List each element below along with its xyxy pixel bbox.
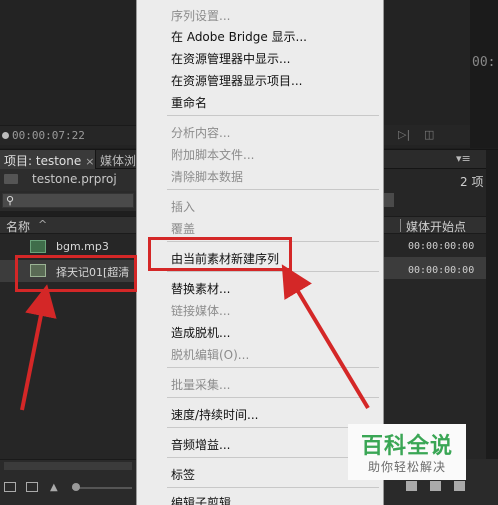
column-divider[interactable] [400,219,401,232]
new-item-icon[interactable] [430,481,441,491]
menu-item-edit-offline[interactable]: 脱机编辑(O)... [171,346,249,363]
audio-clip-icon [30,240,46,253]
project-columns-right: 2 项 媒体开始点 00:00:00:00 00:00:00:00 [384,169,498,459]
menu-separator [167,189,379,190]
playhead-dot-icon [2,132,9,139]
watermark-logo: 百科全说 助你轻松解决 [348,424,466,480]
menu-item-sequence-settings[interactable]: 序列设置... [171,7,230,24]
zoom-slider[interactable] [72,487,132,489]
program-monitor-edge [470,0,498,148]
item-count: 2 项 [460,175,484,189]
menu-item-replace-footage[interactable]: 替换素材... [171,280,230,297]
menu-item-overwrite[interactable]: 覆盖 [171,220,195,237]
menu-item-reveal-in-bridge[interactable]: 在 Adobe Bridge 显示... [171,28,307,45]
icon-view-icon[interactable] [26,482,38,492]
menu-item-insert[interactable]: 插入 [171,198,195,215]
zoom-slider-knob[interactable] [72,483,80,491]
close-icon[interactable]: × [85,155,94,168]
watermark-subtitle: 助你轻松解决 [367,460,446,474]
menu-item-speed-duration[interactable]: 速度/持续时间... [171,406,259,423]
menu-separator [167,487,379,488]
column-media-start[interactable]: 媒体开始点 [406,218,466,235]
column-name[interactable]: 名称 [6,218,30,235]
project-footer: ▲ [0,459,136,505]
program-timecode[interactable]: 00: [472,55,495,70]
menu-separator [167,367,379,368]
highlight-box-menu-item [148,237,292,271]
folder-icon [4,174,18,184]
program-transport: ▷| ◫ [384,125,470,145]
panel-menu-icon[interactable]: ▾≡ [456,152,471,165]
tab-media-browser[interactable]: 媒体浏 [100,152,136,169]
source-timecode[interactable]: 00:00:07:22 [2,129,85,142]
highlight-box-clip [15,255,137,292]
vertical-scrollbar[interactable] [486,150,498,460]
source-timebar: 00:00:07:22 [0,125,136,145]
media-start-value: 00:00:00:00 [408,265,475,276]
menu-item-edit-subclip[interactable]: 编辑子剪辑... [171,494,242,505]
menu-separator [167,397,379,398]
media-start-value: 00:00:00:00 [408,241,475,252]
menu-item-attach-script[interactable]: 附加脚本文件... [171,146,254,163]
dropdown-arrow-icon[interactable] [384,193,394,207]
menu-item-rename[interactable]: 重命名 [171,94,207,111]
zoom-out-icon[interactable]: ▲ [50,482,62,493]
project-header: testone.prproj [0,169,136,191]
menu-item-make-offline[interactable]: 造成脱机... [171,324,230,341]
program-monitor: 00: ▷| ◫ [384,0,498,148]
new-bin-icon[interactable] [406,481,417,491]
menu-separator [167,115,379,116]
list-view-icon[interactable] [4,482,16,492]
camera-icon[interactable]: ◫ [424,128,434,141]
menu-item-audio-gain[interactable]: 音频增益... [171,436,230,453]
delete-icon[interactable] [454,481,465,491]
step-back-icon[interactable]: ▷| [398,128,410,141]
menu-item-analyze-content[interactable]: 分析内容... [171,124,230,141]
project-file-name: testone.prproj [32,172,117,186]
search-icon: ⚲ [6,194,15,207]
menu-item-reveal-project-in-explorer[interactable]: 在资源管理器显示项目... [171,72,302,89]
tab-project[interactable]: 项目: testone × [0,150,96,169]
menu-item-clear-script[interactable]: 清除脚本数据 [171,168,243,185]
menu-item-batch-capture[interactable]: 批量采集... [171,376,230,393]
watermark-title: 百科全说 [360,434,453,459]
horizontal-scrollbar[interactable] [4,462,132,470]
column-header-right: 媒体开始点 [384,216,498,234]
menu-item-label[interactable]: 标签 [171,466,195,483]
sort-caret-icon[interactable]: ^ [38,218,47,231]
view-tools: ▲ [0,480,136,500]
source-monitor: 00:00:07:22 [0,0,136,148]
menu-item-link-media[interactable]: 链接媒体... [171,302,230,319]
search-row: ⚲ [0,191,136,211]
menu-separator [167,271,379,272]
menu-item-reveal-in-explorer[interactable]: 在资源管理器中显示... [171,50,290,67]
search-input[interactable]: ⚲ [2,193,134,208]
